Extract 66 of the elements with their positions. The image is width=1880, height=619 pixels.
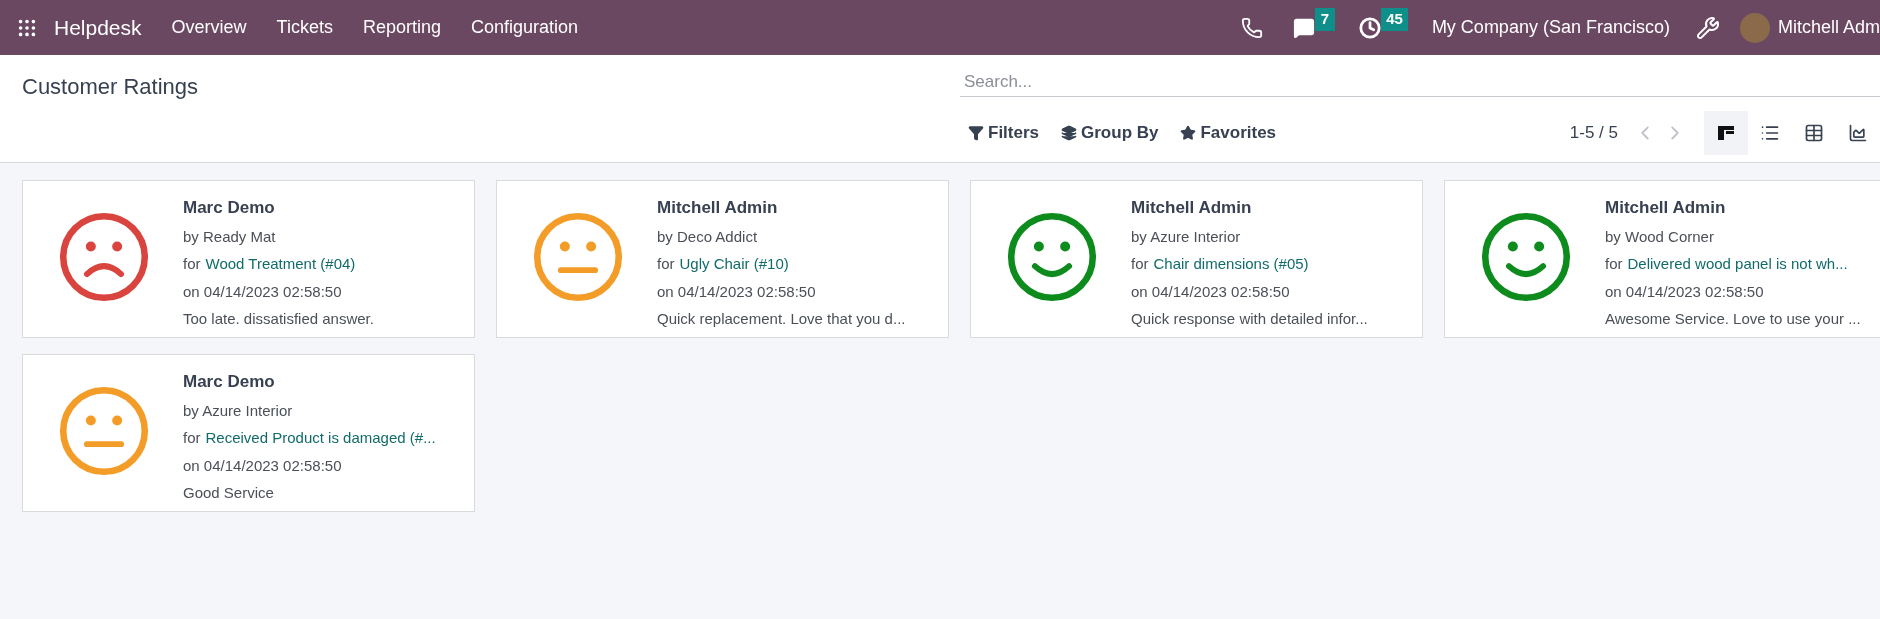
for-label: for <box>1605 254 1623 274</box>
chat-icon[interactable] <box>1292 16 1315 39</box>
option-icon <box>1180 125 1197 141</box>
rating-date: on 04/14/2023 02:58:50 <box>1605 281 1765 302</box>
clock-icon[interactable] <box>1359 16 1382 39</box>
tools-icon[interactable] <box>1695 15 1720 40</box>
rating-date: on 04/14/2023 02:58:50 <box>657 281 817 302</box>
for-label: for <box>657 254 675 274</box>
rating-date: on 04/14/2023 02:58:50 <box>183 455 343 476</box>
activity-count-badge: 45 <box>1381 8 1408 31</box>
kanban-view-icon <box>1717 124 1735 142</box>
search-option-button[interactable]: Favorites <box>1172 116 1285 150</box>
feedback-text: Good Service <box>183 483 275 503</box>
menu-item[interactable]: Reporting <box>362 14 441 41</box>
ticket-link[interactable]: Received Product is damaged (#... <box>205 427 436 450</box>
search-option-button[interactable]: Filters <box>960 116 1048 150</box>
ticket-link[interactable]: Delivered wood panel is not wh... <box>1627 253 1848 276</box>
option-icon <box>968 125 984 141</box>
menu-item[interactable]: Tickets <box>276 14 333 41</box>
rating-face-icon <box>1006 211 1098 303</box>
partner-text: by Deco Addict <box>657 226 759 247</box>
rating-face-icon <box>1480 211 1572 303</box>
menu-item[interactable]: Configuration <box>470 14 579 41</box>
page-title: Customer Ratings <box>22 74 199 99</box>
chart-view-icon <box>1848 123 1868 143</box>
for-label: for <box>183 254 201 274</box>
customer-name: Mitchell Admin <box>1131 197 1253 219</box>
phone-icon[interactable] <box>1240 16 1263 39</box>
feedback-text: Awesome Service. Love to use your ... <box>1605 309 1861 329</box>
user-name[interactable]: Mitchell Adm <box>1777 14 1880 41</box>
list-view-icon <box>1760 123 1780 143</box>
rating-face-icon <box>58 385 150 477</box>
ticket-link[interactable]: Ugly Chair (#10) <box>679 253 789 276</box>
option-icon <box>1061 125 1078 141</box>
rating-card[interactable]: Marc Demo by Azure Interior for Received Product is damaged (#... on 04/14/2023 02:58:50 Good Service <box>22 354 475 512</box>
pager-value: 1-5 / 5 <box>1569 122 1618 145</box>
feedback-text: Too late. dissatisfied answer. <box>183 309 374 329</box>
partner-text: by Azure Interior <box>183 400 294 421</box>
ticket-link[interactable]: Wood Treatment (#04) <box>205 253 356 276</box>
rating-card[interactable]: Mitchell Admin by Azure Interior for Chair dimensions (#05) on 04/14/2023 02:58:50 Quick response with detailed infor... <box>970 180 1423 338</box>
for-label: for <box>1131 254 1149 274</box>
rating-card[interactable]: Mitchell Admin by Deco Addict for Ugly Chair (#10) on 04/14/2023 02:58:50 Quick replacement. Love that you d... <box>496 180 949 338</box>
rating-date: on 04/14/2023 02:58:50 <box>1131 281 1291 302</box>
menu-item[interactable]: Overview <box>171 14 247 41</box>
partner-text: by Azure Interior <box>1131 226 1242 247</box>
message-count-badge: 7 <box>1314 8 1336 31</box>
partner-text: by Wood Corner <box>1605 226 1715 247</box>
ticket-link[interactable]: Chair dimensions (#05) <box>1153 253 1309 276</box>
app-name[interactable]: Helpdesk <box>54 11 142 44</box>
customer-name: Mitchell Admin <box>657 197 779 219</box>
rating-face-icon <box>532 211 624 303</box>
rating-date: on 04/14/2023 02:58:50 <box>183 281 343 302</box>
feedback-text: Quick response with detailed infor... <box>1131 309 1368 329</box>
customer-name: Mitchell Admin <box>1605 197 1727 219</box>
grid-view-icon <box>1804 123 1824 143</box>
partner-text: by Ready Mat <box>183 226 277 247</box>
rating-card[interactable]: Marc Demo by Ready Mat for Wood Treatment (#04) on 04/14/2023 02:58:50 Too late. dissatisfied answer. <box>22 180 475 338</box>
for-label: for <box>183 428 201 448</box>
search-option-button[interactable]: Group By <box>1053 116 1167 150</box>
rating-card[interactable]: Mitchell Admin by Wood Corner for Delivered wood panel is not wh... on 04/14/2023 02:58:50 Awesome Service. Love to use your ... <box>1444 180 1880 338</box>
feedback-text: Quick replacement. Love that you d... <box>657 309 906 329</box>
view-switch-button[interactable] <box>1704 111 1748 155</box>
rating-face-icon <box>58 211 150 303</box>
customer-name: Marc Demo <box>183 197 276 219</box>
company-name[interactable]: My Company (San Francisco) <box>1431 14 1670 41</box>
customer-name: Marc Demo <box>183 371 276 393</box>
